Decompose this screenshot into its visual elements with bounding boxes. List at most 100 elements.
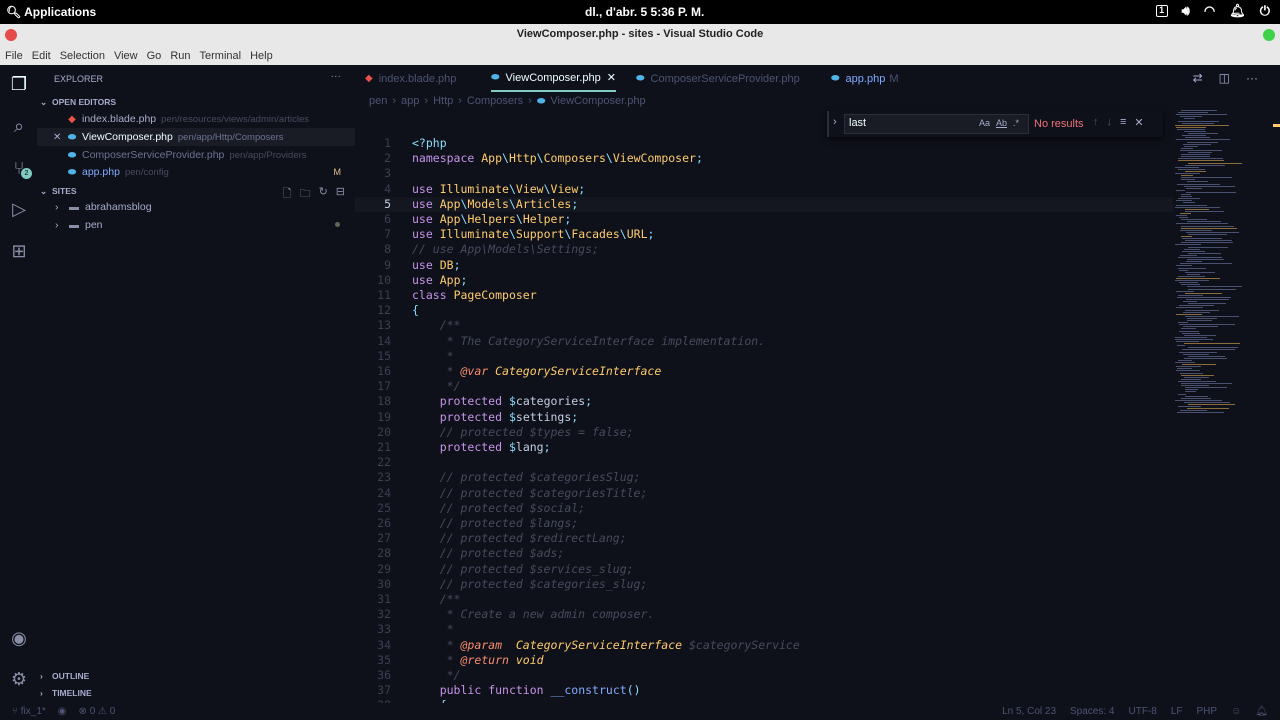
line-number: 4: [384, 181, 391, 196]
code-editor[interactable]: 1 <?php 2 namespace App\Http\Composers\Vie…: [355, 136, 1173, 703]
open-editor-item[interactable]: ◆ index.blade.php pen/resources/views/ad…: [37, 110, 355, 128]
breadcrumb-item[interactable]: ViewComposer.php: [550, 95, 645, 107]
minimap-line: [1185, 240, 1232, 242]
find-widget: › last Aa Ab .* No results ↑ ↓ ≡ ✕: [827, 111, 1163, 137]
indentation[interactable]: Spaces: 4: [1070, 706, 1114, 717]
line-number: 26: [377, 516, 391, 530]
menu-run[interactable]: Run: [170, 50, 190, 62]
find-in-selection-icon[interactable]: ≡: [1120, 116, 1126, 129]
tab-viewcomposer[interactable]: ⬬ ViewComposer.php ✕: [491, 65, 616, 92]
match-whole-word-toggle[interactable]: Ab: [996, 118, 1007, 128]
minimap-line: [1187, 317, 1217, 319]
open-editor-item[interactable]: ⬬ ComposerServiceProvider.php pen/app/Pr…: [37, 146, 355, 164]
tab-composer-service-provider[interactable]: ⬬ ComposerServiceProvider.php: [636, 65, 800, 92]
explorer-more-actions-icon[interactable]: ···: [331, 70, 342, 82]
language-mode[interactable]: PHP: [1197, 706, 1218, 717]
line-number: 33: [377, 622, 391, 637]
menu-selection[interactable]: Selection: [60, 50, 105, 62]
breadcrumb-item[interactable]: Http: [433, 95, 453, 107]
timeline-header[interactable]: › TIMELINE: [40, 688, 92, 698]
menu-terminal[interactable]: Terminal: [200, 50, 242, 62]
menu-help[interactable]: Help: [250, 50, 273, 62]
code-line: 27 // protected $redirectLang;: [355, 531, 1173, 546]
menu-edit[interactable]: Edit: [32, 50, 51, 62]
minimap-line: [1176, 290, 1194, 292]
system-clock[interactable]: dl., d'abr. 5 5:36 P. M.: [585, 5, 704, 19]
minimap[interactable]: [1173, 110, 1280, 420]
breadcrumb-item[interactable]: Composers: [467, 95, 523, 107]
notifications-bell-icon[interactable]: 🔔︎: [1255, 706, 1268, 717]
explorer-icon[interactable]: ❐: [8, 73, 30, 95]
wifi-icon[interactable]: ◠: [1204, 3, 1215, 19]
minimap-line: [1186, 299, 1229, 300]
open-editors-header[interactable]: ⌄ OPEN EDITORS: [40, 97, 116, 108]
activity-bar: ❐ ⌕ ⑂ 2 ▷ ⊞ ◉ ⚙: [0, 65, 37, 703]
line-number: 14: [377, 333, 391, 348]
breadcrumb-item[interactable]: pen: [369, 95, 387, 107]
close-find-icon[interactable]: ✕: [1134, 116, 1143, 129]
next-match-icon[interactable]: ↓: [1107, 116, 1113, 129]
open-editor-name: app.php: [82, 166, 120, 178]
open-editors-label: OPEN EDITORS: [52, 97, 117, 107]
tab-index-blade[interactable]: ◆ index.blade.php: [365, 65, 456, 92]
minimap-line: [1187, 141, 1218, 143]
volume-icon[interactable]: 🔊︎: [1182, 3, 1190, 19]
menu-file[interactable]: File: [5, 50, 23, 62]
breadcrumb-item[interactable]: app: [401, 95, 419, 107]
minimap-line: [1178, 406, 1201, 408]
folder-item[interactable]: › ▬ pen: [37, 216, 355, 234]
power-icon[interactable]: ⏻: [1260, 3, 1270, 19]
end-of-line[interactable]: LF: [1171, 706, 1183, 717]
menu-view[interactable]: View: [114, 50, 138, 62]
open-editor-item[interactable]: ⬬ app.php pen/config M: [37, 163, 355, 181]
minimap-line: [1183, 353, 1209, 355]
menu-go[interactable]: Go: [147, 50, 162, 62]
minimap-line: [1186, 261, 1202, 263]
code-line: 1 <?php: [355, 136, 1173, 151]
open-changes-icon[interactable]: ⇄: [1193, 71, 1203, 85]
open-editor-item-active[interactable]: ✕ ⬬ ViewComposer.php pen/app/Http/Compos…: [37, 128, 355, 146]
extensions-icon[interactable]: ⊞: [8, 240, 30, 262]
minimap-line: [1178, 198, 1200, 200]
toggle-replace-chevron-icon[interactable]: ›: [833, 116, 837, 128]
minimap-line: [1188, 404, 1235, 405]
problems-status[interactable]: ⊗ 0 ⚠ 0: [79, 706, 116, 717]
search-icon[interactable]: ⌕: [8, 115, 30, 137]
tab-app-php[interactable]: ⬬ app.php M: [831, 65, 898, 92]
minimap-line: [1176, 139, 1230, 141]
accounts-icon[interactable]: ◉: [8, 627, 30, 649]
minimap-line: [1179, 282, 1198, 284]
close-editor-icon[interactable]: ✕: [53, 132, 65, 143]
match-case-toggle[interactable]: Aa: [979, 118, 990, 128]
feedback-icon[interactable]: ☺: [1231, 706, 1241, 717]
run-debug-icon[interactable]: ▷: [8, 198, 30, 220]
minimap-line: [1177, 368, 1192, 370]
outline-header[interactable]: › OUTLINE: [40, 671, 89, 681]
more-actions-icon[interactable]: ···: [1246, 71, 1258, 85]
branch-status[interactable]: ⑂ fix_1*: [12, 706, 46, 717]
minimap-line: [1176, 114, 1227, 116]
split-editor-icon[interactable]: ◫: [1219, 71, 1230, 85]
line-number: 10: [377, 272, 391, 287]
minimap-line: [1177, 183, 1220, 185]
use-regex-toggle[interactable]: .*: [1013, 118, 1019, 128]
encoding[interactable]: UTF-8: [1129, 706, 1157, 717]
line-number: 32: [377, 607, 391, 622]
maximize-window-button[interactable]: [1263, 29, 1275, 41]
previous-match-icon[interactable]: ↑: [1093, 116, 1099, 129]
applications-menu[interactable]: 🔍︎ Applications: [6, 5, 96, 19]
close-tab-icon[interactable]: ✕: [607, 71, 616, 84]
minimap-line: [1176, 370, 1200, 372]
sites-header[interactable]: ⌄ SITES: [40, 186, 77, 197]
workspace-indicator[interactable]: 1: [1155, 5, 1168, 17]
minimap-line: [1187, 221, 1221, 223]
line-number: 28: [377, 546, 391, 561]
notifications-icon[interactable]: 🔔︎: [1229, 3, 1246, 19]
settings-gear-icon[interactable]: ⚙: [8, 668, 30, 690]
sync-eye-icon[interactable]: ◉: [58, 706, 67, 717]
minimap-line: [1181, 156, 1210, 158]
folder-item[interactable]: › ▬ abrahamsblog: [37, 198, 355, 216]
tab-label: index.blade.php: [378, 72, 457, 85]
minimap-line: [1178, 267, 1206, 269]
cursor-position[interactable]: Ln 5, Col 23: [1002, 706, 1056, 717]
